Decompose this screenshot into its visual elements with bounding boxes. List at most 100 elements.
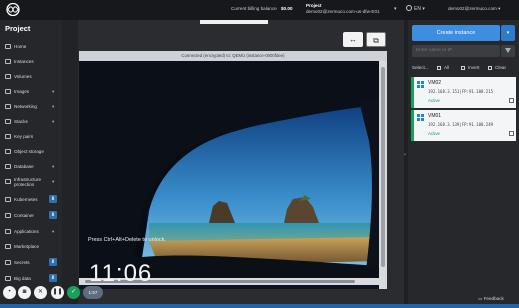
sidebar-item-object-storage[interactable]: Object storage [0, 145, 62, 159]
select-all-checkbox[interactable] [437, 66, 441, 70]
sidebar-item-label: Instances [14, 59, 34, 64]
sidebar-item-networking[interactable]: Networking ▾ [0, 100, 62, 114]
download-icon[interactable]: ⬇ [49, 258, 57, 266]
dots-icon: • [8, 289, 11, 295]
sidebar-item-label: Infrastructure protection [14, 177, 42, 187]
sidebar-item-icon [5, 119, 11, 124]
scroll-thumb[interactable] [381, 67, 385, 267]
chevron-down-icon: ▾ [52, 104, 55, 109]
sidebar-item-marketplace[interactable]: Marketplace [0, 240, 62, 254]
instance-card[interactable]: VM01 192.168.3.139|FP:91.108.249 Active [411, 110, 516, 141]
sidebar-item-label: Home [14, 44, 27, 49]
sidebar-item-secrets[interactable]: Secrets ⬇ [0, 256, 62, 270]
instance-name: VM01 [428, 113, 442, 119]
sidebar-item-icon [5, 104, 11, 109]
chevron-down-icon: ▾ [52, 119, 55, 124]
close-icon: ✕ [37, 289, 44, 295]
sidebar-item-icon [5, 134, 11, 139]
sidebar-item-label: Kubernetes [14, 197, 38, 202]
menu-button[interactable]: • [3, 286, 16, 299]
console-title: Connected (encrypted) to: QEMU (instance… [79, 51, 387, 61]
camera-icon: ◙ [22, 289, 27, 295]
fullscreen-button[interactable]: ⧉ [366, 32, 386, 47]
feedback-label: Feedback [483, 296, 504, 301]
sidebar-item-database[interactable]: Database ▾ [0, 160, 62, 174]
filter-icon[interactable] [501, 45, 515, 57]
console-vertical-scrollbar[interactable] [379, 61, 387, 289]
instance-checkbox[interactable] [509, 131, 514, 136]
chevron-down-icon: ▾ [52, 229, 55, 234]
billing-label: Current billing balance [231, 6, 277, 11]
instance-ip: 192.168.3.139|FP:91.108.249 [428, 122, 494, 127]
sidebar-item-images[interactable]: Images ▾ [0, 85, 62, 99]
confirm-button[interactable]: ✓ [67, 286, 80, 299]
sidebar-item-kubernetes[interactable]: Kubernetes ⬇ [0, 193, 62, 207]
sidebar-item-icon [5, 229, 11, 234]
user-email: demo02@zermuco.com [448, 6, 497, 11]
sidebar-item-label: Images [14, 89, 30, 94]
instance-name: VM02 [428, 80, 442, 86]
sidebar-item-icon [5, 179, 11, 184]
download-icon[interactable]: ⬇ [49, 211, 57, 219]
select-all-button[interactable]: All [444, 65, 449, 70]
sidebar-item-home[interactable]: Home [0, 40, 62, 54]
instance-status: Active [428, 131, 440, 136]
session-timer: 1:57 [83, 286, 103, 299]
create-instance-menu-button[interactable]: ▾ [501, 25, 515, 41]
download-icon[interactable]: ⬇ [49, 274, 57, 282]
windows-icon [417, 81, 424, 88]
sidebar-item-container[interactable]: Container ⬇ [0, 209, 62, 223]
create-instance-button[interactable]: Create instance [412, 25, 500, 41]
sidebar-item-icon [5, 164, 11, 169]
sidebar-item-icon [5, 149, 11, 154]
billing-balance: Current billing balance $0.00 [231, 6, 293, 11]
sidebar-item-label: Marketplace [14, 244, 40, 249]
project-selector[interactable]: Project demo02@zermuco.com-us-dfw-E01 [306, 3, 380, 15]
clear-checkbox[interactable] [488, 66, 492, 70]
language-selector[interactable]: EN ▾ [406, 5, 425, 12]
sidebar-item-infrastructure-protection[interactable]: Infrastructure protection ▾ [0, 175, 62, 189]
sidebar-item-icon [5, 260, 11, 265]
sidebar-item-label: Stacks [14, 119, 28, 124]
sidebar-item-volumes[interactable]: Volumes [0, 70, 62, 84]
language-label: EN [414, 6, 421, 12]
pause-button[interactable]: ❚❚ [51, 286, 64, 299]
instance-checkbox[interactable] [509, 98, 514, 103]
feedback-link[interactable]: ▭ Feedback [478, 296, 504, 302]
selection-controls: Select... All Invert Clear [412, 65, 515, 73]
sidebar-item-key-pairs[interactable]: Key pairs [0, 130, 62, 144]
sidebar-item-icon [5, 276, 11, 281]
globe-icon [406, 5, 412, 11]
instance-panel [408, 20, 519, 308]
instance-card[interactable]: VM02 192.168.3.151|FP:91.108.215 Active [411, 77, 516, 108]
check-icon: ✓ [70, 289, 77, 295]
download-icon[interactable]: ⬇ [49, 195, 57, 203]
chevron-down-icon: ▾ [506, 30, 510, 36]
chevron-right-icon[interactable]: › [404, 152, 406, 158]
user-menu[interactable]: demo02@zermuco.com ▾ [448, 6, 500, 12]
instance-search-input[interactable] [412, 45, 500, 57]
invert-checkbox[interactable] [461, 66, 465, 70]
invert-button[interactable]: Invert [468, 65, 480, 70]
sidebar-item-applications[interactable]: Applications ▾ [0, 225, 62, 239]
sidebar-item-icon [5, 197, 11, 202]
vnc-console[interactable]: Connected (encrypted) to: QEMU (instance… [79, 51, 387, 289]
chevron-down-icon[interactable]: ▾ [394, 6, 397, 12]
sidebar-item-instances[interactable]: Instances [0, 55, 62, 69]
screenshot-button[interactable]: ◙ [18, 286, 31, 299]
sidebar-item-stacks[interactable]: Stacks ▾ [0, 115, 62, 129]
sidebar-item-icon [5, 244, 11, 249]
sidebar-item-big-data[interactable]: Big data ⬇ [0, 272, 62, 286]
sidebar-item-icon [5, 44, 11, 49]
chevron-down-icon: ▾ [52, 89, 55, 94]
sidebar-item-label: Applications [14, 229, 39, 234]
clear-button[interactable]: Clear [495, 65, 506, 70]
logo-icon[interactable] [4, 3, 22, 16]
close-button[interactable]: ✕ [34, 286, 47, 299]
expand-horizontal-button[interactable]: ↔ [343, 32, 363, 47]
lockscreen-background [79, 61, 379, 278]
sidebar-item-icon [5, 89, 11, 94]
sidebar-item-label: Networking [14, 104, 37, 109]
billing-value: $0.00 [281, 6, 293, 11]
windows-icon [417, 114, 424, 121]
